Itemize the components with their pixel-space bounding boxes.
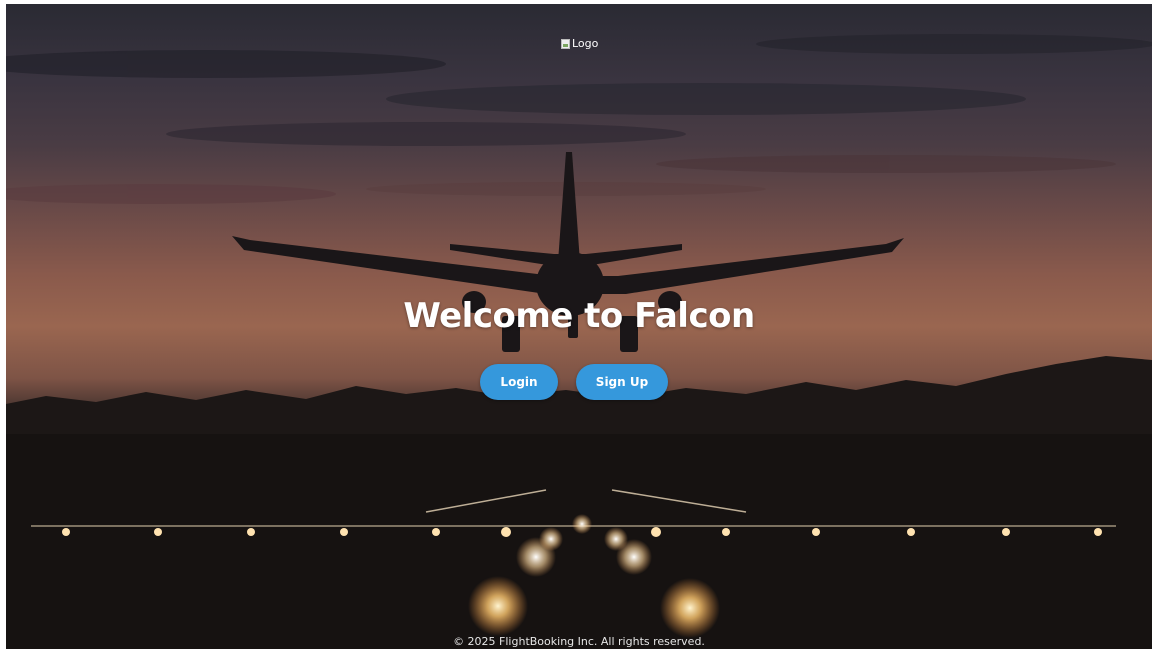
signup-button[interactable]: Sign Up bbox=[576, 364, 668, 400]
hero-title: Welcome to Falcon bbox=[403, 296, 755, 336]
clouds bbox=[6, 34, 1152, 204]
login-button[interactable]: Login bbox=[480, 364, 558, 400]
broken-image-icon bbox=[561, 38, 570, 49]
landing-page: Logo Welcome to Falcon Login Sign Up © 2… bbox=[6, 4, 1152, 649]
auth-buttons: Login Sign Up bbox=[6, 364, 1152, 400]
footer-copyright: © 2025 FlightBooking Inc. All rights res… bbox=[453, 635, 705, 648]
logo: Logo bbox=[561, 37, 598, 50]
logo-alt-text: Logo bbox=[572, 37, 599, 50]
